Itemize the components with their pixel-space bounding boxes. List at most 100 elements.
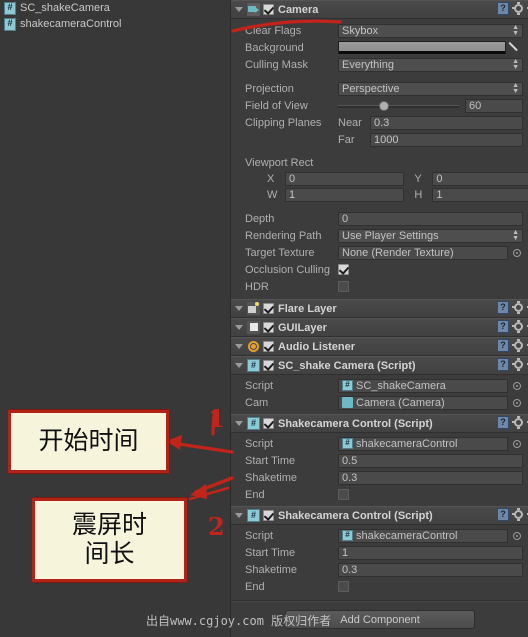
viewport-h-input[interactable]: 1 <box>432 188 528 202</box>
object-picker-icon[interactable] <box>511 247 523 259</box>
row-script: Script shakecameraControl <box>231 527 528 544</box>
component-header-shakecamera-control-2[interactable]: Shakecamera Control (Script) <box>231 506 528 525</box>
rendering-path-dropdown[interactable]: Use Player Settings ▲ ▼ <box>338 228 523 243</box>
viewport-y-label: Y <box>414 173 422 185</box>
gear-icon[interactable] <box>513 415 525 429</box>
foldout-arrow-icon[interactable] <box>235 363 243 368</box>
script-object-field[interactable]: SC_shakeCamera <box>338 378 508 393</box>
help-icon[interactable] <box>497 508 509 521</box>
audio-listener-enabled-checkbox[interactable] <box>263 341 274 352</box>
gear-icon[interactable] <box>513 1 525 15</box>
background-color-swatch[interactable] <box>338 41 506 54</box>
component-title: SC_shake Camera (Script) <box>278 359 416 372</box>
field-of-view-input[interactable]: 60 <box>465 98 523 113</box>
viewport-rect-label: Viewport Rect <box>245 156 314 169</box>
target-texture-object-field[interactable]: None (Render Texture) <box>338 245 508 260</box>
camera-properties: Clear Flags Skybox ▲ ▼ Background Culling… <box>231 19 528 299</box>
camera-icon <box>342 397 353 408</box>
viewport-x-input[interactable]: 0 <box>285 172 405 186</box>
near-input[interactable]: 0.3 <box>370 115 523 130</box>
projection-dropdown[interactable]: Perspective ▲ ▼ <box>338 81 523 96</box>
gear-icon[interactable] <box>513 319 525 333</box>
shakecamera-control-2-enabled-checkbox[interactable] <box>263 510 274 521</box>
object-picker-icon[interactable] <box>511 380 523 392</box>
script-value: SC_shakeCamera <box>356 379 446 392</box>
list-item[interactable]: shakecameraControl <box>0 16 230 32</box>
list-item[interactable]: SC_shakeCamera <box>0 0 230 16</box>
start-time-label: Start Time <box>245 454 296 467</box>
occlusion-culling-checkbox[interactable] <box>338 264 349 275</box>
flare-layer-enabled-checkbox[interactable] <box>263 303 274 314</box>
row-clear-flags: Clear Flags Skybox ▲ ▼ <box>231 22 528 39</box>
sc-shake-camera-enabled-checkbox[interactable] <box>263 360 274 371</box>
help-icon[interactable] <box>497 358 509 371</box>
gear-icon[interactable] <box>513 338 525 352</box>
shaketime-input[interactable]: 0.3 <box>338 562 523 577</box>
start-time-input[interactable]: 1 <box>338 545 523 560</box>
row-culling-mask: Culling Mask Everything ▲ ▼ <box>231 56 528 73</box>
script-object-field[interactable]: shakecameraControl <box>338 436 508 451</box>
foldout-arrow-icon[interactable] <box>235 513 243 518</box>
object-picker-icon[interactable] <box>511 397 523 409</box>
hdr-label: HDR <box>245 280 269 293</box>
foldout-arrow-icon[interactable] <box>235 421 243 426</box>
component-title: GUILayer <box>278 321 327 334</box>
far-input[interactable]: 1000 <box>370 132 523 147</box>
row-start-time: Start Time 1 <box>231 544 528 561</box>
row-clipping-planes: Clipping Planes Near 0.3 <box>231 114 528 131</box>
script-object-field[interactable]: shakecameraControl <box>338 528 508 543</box>
gui-layer-enabled-checkbox[interactable] <box>263 322 274 333</box>
gear-icon[interactable] <box>513 300 525 314</box>
chevron-updown-icon: ▲ ▼ <box>512 57 519 71</box>
clear-flags-dropdown[interactable]: Skybox ▲ ▼ <box>338 23 523 38</box>
cam-object-field[interactable]: Camera (Camera) <box>338 395 508 410</box>
component-header-sc-shake-camera[interactable]: SC_shake Camera (Script) <box>231 356 528 375</box>
start-time-input[interactable]: 0.5 <box>338 453 523 468</box>
shakecamera-control-1-enabled-checkbox[interactable] <box>263 418 274 429</box>
foldout-arrow-icon[interactable] <box>235 344 243 349</box>
row-start-time: Start Time 0.5 <box>231 452 528 469</box>
help-icon[interactable] <box>497 2 509 15</box>
end-checkbox[interactable] <box>338 489 349 500</box>
hdr-checkbox[interactable] <box>338 281 349 292</box>
eyedropper-icon[interactable] <box>509 41 523 55</box>
component-title: Audio Listener <box>278 340 356 353</box>
foldout-arrow-icon[interactable] <box>235 306 243 311</box>
depth-input[interactable]: 0 <box>338 211 523 226</box>
component-header-gui-layer[interactable]: GUILayer <box>231 318 528 337</box>
foldout-arrow-icon[interactable] <box>235 325 243 330</box>
component-header-camera[interactable]: Camera <box>231 0 528 19</box>
rendering-path-label: Rendering Path <box>245 229 322 242</box>
annotation-box-shake-duration: 震屏时 间长 <box>32 498 187 582</box>
row-script: Script SC_shakeCamera <box>231 377 528 394</box>
row-depth: Depth 0 <box>231 210 528 227</box>
component-header-flare-layer[interactable]: Flare Layer <box>231 299 528 318</box>
gear-icon[interactable] <box>513 357 525 371</box>
component-header-audio-listener[interactable]: Audio Listener <box>231 337 528 356</box>
cam-label: Cam <box>245 396 269 409</box>
foldout-arrow-icon[interactable] <box>235 7 243 12</box>
gear-icon[interactable] <box>513 507 525 521</box>
script-label: Script <box>245 379 274 392</box>
row-viewport-xy: X 0 Y 0 <box>231 171 528 187</box>
viewport-y-input[interactable]: 0 <box>432 172 528 186</box>
object-picker-icon[interactable] <box>511 530 523 542</box>
field-of-view-slider[interactable] <box>338 99 459 113</box>
annotation-box-start-time: 开始时间 <box>8 410 169 473</box>
camera-enabled-checkbox[interactable] <box>263 4 274 15</box>
annotation-text-line2: 间长 <box>84 539 135 568</box>
help-icon[interactable] <box>497 320 509 333</box>
culling-mask-dropdown[interactable]: Everything ▲ ▼ <box>338 57 523 72</box>
help-icon[interactable] <box>497 301 509 314</box>
row-end: End <box>231 578 528 595</box>
row-target-texture: Target Texture None (Render Texture) <box>231 244 528 261</box>
component-header-shakecamera-control-1[interactable]: Shakecamera Control (Script) <box>231 414 528 433</box>
object-picker-icon[interactable] <box>511 438 523 450</box>
component-title: Shakecamera Control (Script) <box>278 509 433 522</box>
viewport-w-input[interactable]: 1 <box>285 188 405 202</box>
shaketime-input[interactable]: 0.3 <box>338 470 523 485</box>
help-icon[interactable] <box>497 416 509 429</box>
help-icon[interactable] <box>497 339 509 352</box>
viewport-h-label: H <box>414 189 423 201</box>
end-checkbox[interactable] <box>338 581 349 592</box>
